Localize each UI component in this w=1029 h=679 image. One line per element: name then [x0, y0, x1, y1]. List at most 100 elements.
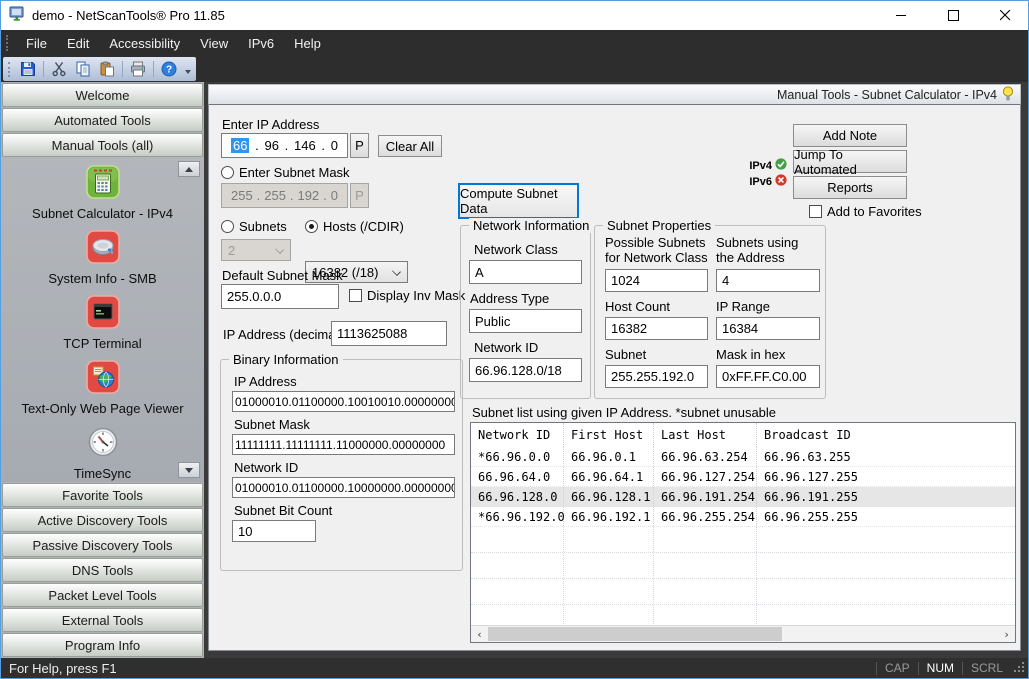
clear-all-button[interactable]: Clear All [378, 135, 442, 157]
hosts-radio[interactable] [305, 220, 318, 233]
favorites-checkbox[interactable] [809, 205, 822, 218]
mask-hex-label: Mask in hex [716, 347, 820, 362]
tool-item-web-page-viewer[interactable]: Text-Only Web Page Viewer [1, 360, 204, 416]
sidebar-section-dns-tools[interactable]: DNS Tools [2, 558, 203, 582]
mask-dot: . [290, 188, 294, 203]
scroll-left-icon[interactable]: ‹ [471, 626, 488, 642]
system-info-icon [86, 230, 120, 269]
mask-hex-value[interactable]: 0xFF.FF.C0.00 [716, 365, 820, 388]
binary-mask-input[interactable]: 11111111.11111111.11000000.00000000 [232, 434, 455, 455]
subnet-value[interactable]: 255.255.192.0 [605, 365, 708, 388]
sidebar-section-favorite-tools[interactable]: Favorite Tools [2, 483, 203, 507]
scrollbar-thumb[interactable] [488, 627, 782, 641]
maximize-button[interactable] [931, 1, 976, 30]
binary-network-input[interactable]: 01000010.01100000.10000000.00000000 [232, 477, 455, 498]
minimize-button[interactable] [879, 1, 924, 30]
table-row[interactable]: 66.96.64.0 66.96.64.1 66.96.127.254 66.9… [471, 467, 1015, 487]
print-icon[interactable] [126, 58, 150, 80]
subnets-radio[interactable] [221, 220, 234, 233]
cell: 66.96.191.255 [757, 487, 1015, 506]
scroll-right-icon[interactable]: › [998, 626, 1015, 642]
network-class-value[interactable]: A [469, 260, 582, 284]
jump-to-automated-button[interactable]: Jump To Automated [793, 150, 907, 173]
cell: 66.96.0.1 [564, 447, 654, 466]
add-note-button[interactable]: Add Note [793, 124, 907, 147]
tool-item-label: System Info - SMB [48, 271, 156, 286]
mask-octet-3: 192 [297, 188, 319, 203]
table-row[interactable]: *66.96.192.0 66.96.192.1 66.96.255.254 6… [471, 507, 1015, 527]
sidebar-section-passive-discovery[interactable]: Passive Discovery Tools [2, 533, 203, 557]
mask-dot: . [257, 188, 261, 203]
table-row[interactable]: *66.96.0.0 66.96.0.1 66.96.63.254 66.96.… [471, 447, 1015, 467]
enter-subnet-mask-radio-row[interactable]: Enter Subnet Mask [221, 165, 350, 180]
sidebar-section-external-tools[interactable]: External Tools [2, 608, 203, 632]
ipv6-indicator: IPv6 [739, 173, 787, 191]
menu-view[interactable]: View [190, 30, 238, 56]
decimal-input[interactable]: 1113625088 [331, 321, 447, 346]
help-icon[interactable]: ? [157, 58, 181, 80]
cut-icon[interactable] [47, 58, 71, 80]
subnets-radio-row[interactable]: Subnets [221, 219, 287, 234]
scroll-down-button[interactable] [178, 462, 200, 478]
menu-grip [6, 35, 10, 51]
ip-range-value[interactable]: 16384 [716, 317, 820, 340]
bit-count-input[interactable]: 10 [232, 520, 316, 542]
close-button[interactable] [983, 1, 1028, 30]
bit-count-label: Subnet Bit Count [234, 503, 455, 518]
save-icon[interactable] [16, 58, 40, 80]
menu-accessibility[interactable]: Accessibility [99, 30, 190, 56]
table-row-highlighted[interactable]: 66.96.128.0 66.96.128.1 66.96.191.254 66… [471, 487, 1015, 507]
toolbar-separator [43, 61, 44, 77]
sidebar-section-packet-level[interactable]: Packet Level Tools [2, 583, 203, 607]
sidebar-section-manual-tools[interactable]: Manual Tools (all) [2, 133, 203, 157]
scroll-up-button[interactable] [178, 161, 200, 177]
menu-file[interactable]: File [16, 30, 57, 56]
hosts-radio-row[interactable]: Hosts (/CDIR) [305, 219, 404, 234]
inv-mask-checkbox-row[interactable]: Display Inv Mask [349, 288, 465, 303]
paste-icon[interactable] [95, 58, 119, 80]
menu-ipv6[interactable]: IPv6 [238, 30, 284, 56]
tool-item-timesync[interactable]: TimeSync [1, 425, 204, 481]
tool-item-tcp-terminal[interactable]: TCP Terminal [1, 295, 204, 351]
subnets-label: Subnets [239, 219, 287, 234]
binary-ip-input[interactable]: 01000010.01100000.10010010.00000000 [232, 391, 455, 412]
possible-subnets-value[interactable]: 1024 [605, 269, 708, 292]
binary-network-label: Network ID [234, 460, 455, 475]
subnets-using-value[interactable]: 4 [716, 269, 820, 292]
address-type-value[interactable]: Public [469, 309, 582, 333]
cell: 66.96.255.255 [757, 507, 1015, 526]
favorites-checkbox-row[interactable]: Add to Favorites [809, 204, 922, 219]
sidebar-section-automated-tools[interactable]: Automated Tools [2, 108, 203, 132]
cell: 66.96.191.254 [654, 487, 757, 506]
toolbar-overflow-icon[interactable] [185, 70, 191, 74]
chevron-down-icon [392, 267, 401, 276]
binary-info-title: Binary Information [229, 352, 343, 367]
menu-edit[interactable]: Edit [57, 30, 99, 56]
ip-p-button[interactable]: P [350, 133, 369, 158]
host-count-value[interactable]: 16382 [605, 317, 708, 340]
reports-button[interactable]: Reports [793, 176, 907, 199]
menu-help[interactable]: Help [284, 30, 331, 56]
tool-item-system-info[interactable]: System Info - SMB [1, 230, 204, 286]
tool-item-subnet-calculator[interactable]: Subnet Calculator - IPv4 [1, 165, 204, 221]
ip-octet-2: 96 [265, 138, 279, 153]
possible-subnets-label: Possible Subnets for Network Class [605, 236, 708, 266]
resize-grip-icon[interactable] [1013, 661, 1025, 676]
inv-mask-checkbox[interactable] [349, 289, 362, 302]
sidebar-section-active-discovery[interactable]: Active Discovery Tools [2, 508, 203, 532]
binary-info-group: Binary Information IP Address 01000010.0… [220, 359, 463, 571]
sidebar-section-welcome[interactable]: Welcome [2, 83, 203, 107]
ip-address-input[interactable]: 66 . 96 . 146 . 0 [221, 133, 348, 158]
sidebar-section-program-info[interactable]: Program Info [2, 633, 203, 657]
horizontal-scrollbar[interactable]: ‹ › [471, 625, 1015, 642]
compute-subnet-button[interactable]: Compute Subnet Data [458, 183, 579, 219]
status-bar: For Help, press F1 CAP NUM SCRL [1, 658, 1028, 678]
address-type-label: Address Type [470, 291, 582, 306]
default-mask-input[interactable]: 255.0.0.0 [221, 284, 339, 309]
enter-subnet-mask-radio[interactable] [221, 166, 234, 179]
copy-icon[interactable] [71, 58, 95, 80]
network-id-value[interactable]: 66.96.128.0/18 [469, 358, 582, 382]
lightbulb-icon[interactable] [1002, 86, 1014, 104]
cell: 66.96.64.1 [564, 467, 654, 486]
binary-mask-label: Subnet Mask [234, 417, 455, 432]
